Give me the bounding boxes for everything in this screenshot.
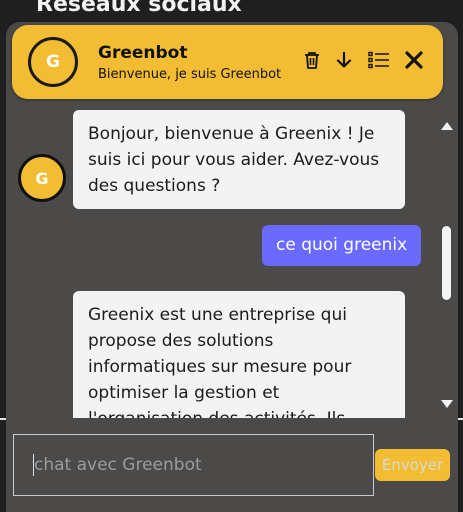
bot-message-avatar: G <box>18 154 66 202</box>
message-list[interactable]: Bonjour, bienvenue à Greenix ! Je suis i… <box>12 108 432 418</box>
message-line: des questions ? <box>88 176 221 196</box>
chat-header: G Greenbot Bienvenue, je suis Greenbot <box>12 25 443 99</box>
bot-message: Bonjour, bienvenue à Greenix ! Je suis i… <box>73 110 405 209</box>
scroll-up-icon[interactable] <box>440 121 454 131</box>
bot-subtitle: Bienvenue, je suis Greenbot <box>98 67 282 82</box>
bot-message: Greenix est une entreprise qui propose d… <box>73 291 405 418</box>
scroll-down-icon[interactable] <box>440 399 454 409</box>
message-line: propose des solutions <box>88 331 274 351</box>
text-caret <box>33 454 34 476</box>
scrollbar-thumb[interactable] <box>442 226 451 300</box>
arrow-down-icon <box>336 51 352 68</box>
close-button[interactable] <box>401 47 427 73</box>
close-icon <box>405 51 423 69</box>
chat-input[interactable] <box>13 434 374 496</box>
page-title: Réseaux sociaux <box>36 0 242 17</box>
message-line: suis ici pour vous aider. Avez-vous <box>88 150 380 170</box>
bot-avatar: G <box>28 37 78 87</box>
message-line: l'organisation des activités. Ils <box>88 406 391 418</box>
message-line: optimiser la gestion et <box>88 383 280 403</box>
trash-icon <box>305 52 319 69</box>
user-message: ce quoi greenix <box>262 225 422 266</box>
bot-name: Greenbot <box>98 43 188 63</box>
send-button[interactable]: Envoyer <box>375 449 450 481</box>
list-icon <box>368 51 389 69</box>
message-line: Bonjour, bienvenue à Greenix ! Je <box>88 124 375 144</box>
message-line: informatiques sur mesure pour <box>88 357 352 377</box>
menu-button[interactable] <box>366 47 392 73</box>
clear-chat-button[interactable] <box>299 47 325 73</box>
message-line: Greenix est une entreprise qui <box>88 305 347 325</box>
scroll-to-bottom-button[interactable] <box>331 47 357 73</box>
